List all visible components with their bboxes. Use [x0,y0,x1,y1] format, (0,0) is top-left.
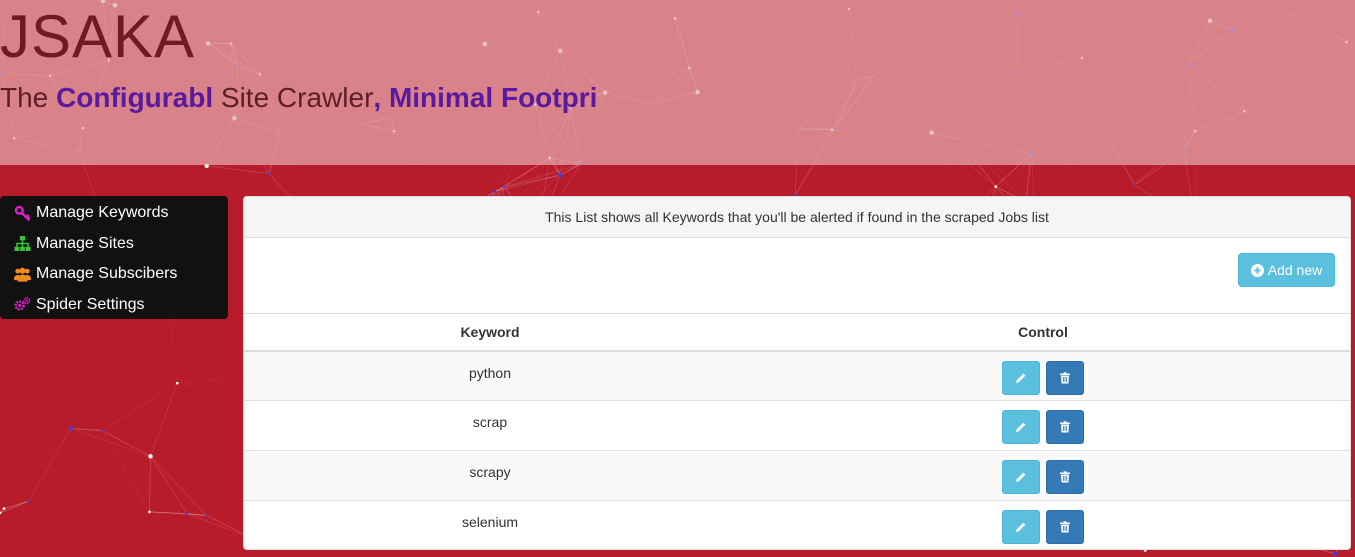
keywords-panel: This List shows all Keywords that you'll… [243,196,1351,550]
keyword-cell: scrap [244,400,736,451]
sidebar-item-manage-keywords[interactable]: Manage Keywords [0,198,228,229]
tagline-part-2: Configurabl [56,82,214,113]
network-node [100,429,104,432]
network-node [1133,183,1136,187]
sidebar-item-label: Manage Subscibers [36,265,178,283]
network-node [205,514,208,517]
edit-button[interactable] [1002,360,1041,395]
trash-icon [1059,471,1070,483]
sidebar-item-label: Manage Keywords [36,204,169,222]
network-node [175,381,179,385]
control-cell [736,400,1350,451]
network-node [148,510,151,514]
page-header: JSAKA The Configurabl Site Crawler, Mini… [0,0,1355,165]
sidebar-item-manage-subscribers[interactable]: Manage Subscibers [0,259,228,290]
users-icon [14,267,31,282]
keywords-table: Keyword Control python scrap scrapy sele… [244,313,1350,549]
delete-button[interactable] [1045,460,1084,494]
sidebar-item-label: Spider Settings [36,295,145,313]
app-title: JSAKA [0,3,196,70]
sidebar-menu: Manage Keywords Manage Sites Manage Subs… [0,196,228,319]
panel-actions: Add new [244,238,1350,313]
pencil-icon [1016,472,1026,482]
trash-icon [1059,521,1070,533]
add-new-label: Add new [1267,262,1323,278]
panel-heading: This List shows all Keywords that you'll… [244,197,1350,238]
network-node [68,426,74,431]
network-node [994,185,998,188]
cogs-icon [14,297,31,311]
tagline-part-3: Site Crawler [213,82,374,113]
app-tagline: The Configurabl Site Crawler, Minimal Fo… [0,82,597,114]
network-node [503,185,506,189]
delete-button[interactable] [1045,360,1084,395]
keyword-cell: python [244,350,736,401]
table-row: python [244,350,1350,401]
edit-button[interactable] [1002,410,1041,444]
network-node [148,454,153,459]
keyword-cell: scrapy [244,450,736,501]
sidebar-item-label: Manage Sites [36,234,134,252]
keyword-cell: selenium [244,500,736,549]
table-row: selenium [244,500,1350,549]
edit-button[interactable] [1002,460,1041,494]
table-row: scrapy [244,450,1350,501]
trash-icon [1059,371,1070,383]
control-cell [736,500,1350,549]
pencil-icon [1016,373,1026,383]
column-header-control: Control [736,313,1350,352]
pencil-icon [1016,422,1026,432]
delete-button[interactable] [1045,410,1084,444]
plus-circle-icon [1250,263,1264,277]
sitemap-icon [14,236,31,252]
delete-button[interactable] [1045,510,1084,544]
column-header-keyword: Keyword [244,313,736,352]
network-node [2,507,6,510]
control-cell [736,350,1350,401]
control-cell [736,450,1350,501]
pencil-icon [1016,522,1026,532]
network-node [493,190,497,193]
add-new-button[interactable]: Add new [1238,253,1335,287]
sidebar-item-manage-sites[interactable]: Manage Sites [0,229,228,260]
tagline-part-4: , Minimal Footpri [373,82,598,113]
network-node [557,172,563,178]
trash-icon [1059,421,1070,433]
network-node [27,500,30,503]
sidebar-item-spider-settings[interactable]: Spider Settings [0,290,228,321]
edit-button[interactable] [1002,510,1041,544]
network-node [1333,551,1338,556]
key-icon [14,205,31,221]
network-node [185,512,189,515]
table-row: scrap [244,400,1350,451]
tagline-part-1: The [0,82,57,113]
network-node [267,172,271,175]
table-header-row: Keyword Control [244,313,1350,352]
